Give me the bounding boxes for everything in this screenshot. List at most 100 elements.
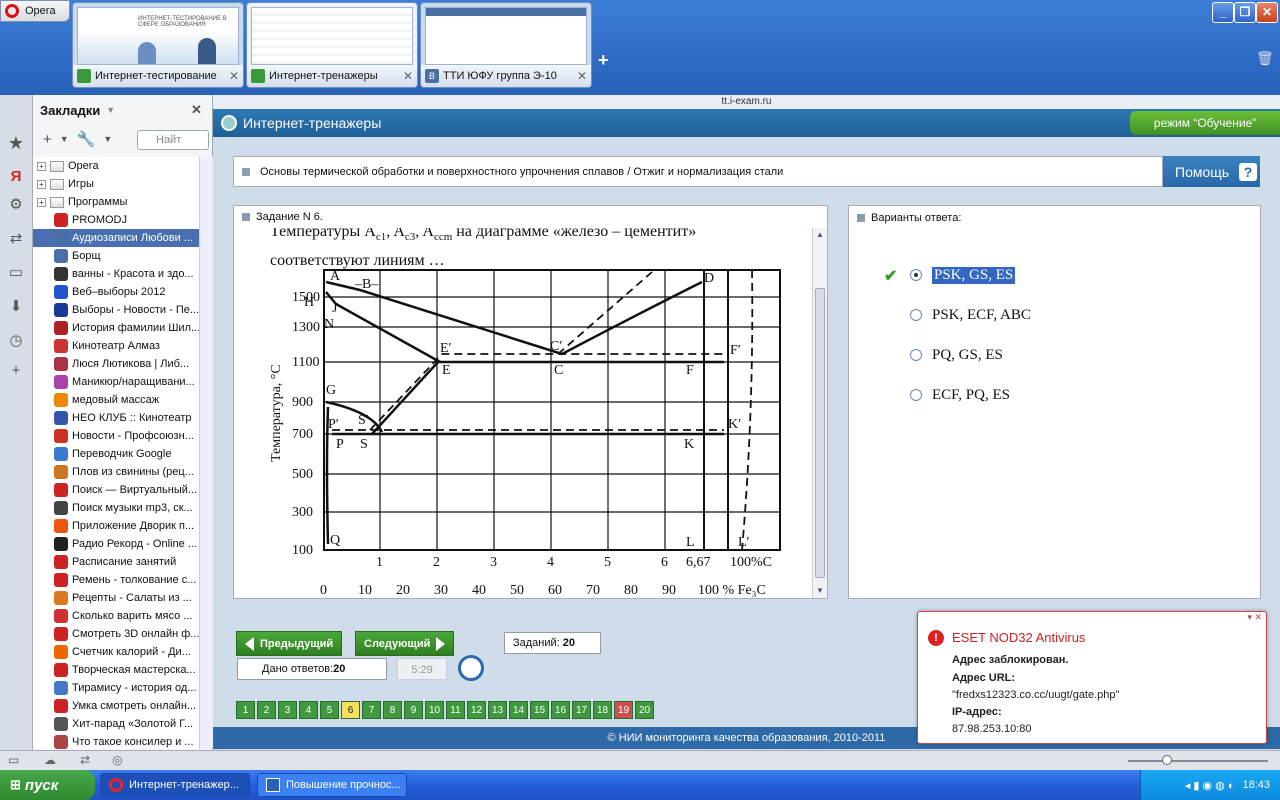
question-number-button[interactable]: 17 [572, 701, 591, 719]
bookmark-item[interactable]: Кинотеатр Алмаз [33, 337, 199, 355]
restore-icon[interactable]: ❐ [1234, 2, 1256, 23]
yandex-icon[interactable]: Я [6, 167, 26, 187]
tab-close-icon[interactable]: ✕ [577, 69, 587, 83]
share-icon[interactable]: ⇄ [6, 229, 26, 249]
close-panel-icon[interactable]: ✕ [191, 102, 202, 118]
bookmark-item[interactable]: Счетчик калорий - Ди... [33, 643, 199, 661]
bookmark-item[interactable]: Рецепты - Салаты из ... [33, 589, 199, 607]
question-number-button[interactable]: 15 [530, 701, 549, 719]
radio[interactable] [910, 309, 922, 321]
bookmark-item[interactable]: Люся Лютикова | Либ... [33, 355, 199, 373]
notes-icon[interactable]: ▭ [6, 263, 26, 283]
previous-button[interactable]: Предыдущий [236, 631, 343, 656]
bookmark-item[interactable]: Плов из свинины (рец... [33, 463, 199, 481]
bookmark-item[interactable]: Творческая мастерска... [33, 661, 199, 679]
question-number-button[interactable]: 14 [509, 701, 528, 719]
bookmark-item[interactable]: Сколько варить мясо ... [33, 607, 199, 625]
opera-menu-button[interactable]: Opera [0, 0, 70, 22]
answer-option[interactable]: PSK, ECF, ABC [910, 304, 1031, 326]
question-number-button[interactable]: 2 [257, 701, 276, 719]
zoom-slider-thumb[interactable] [1162, 755, 1172, 765]
bookmark-folder[interactable]: + Программы [33, 193, 199, 211]
question-number-button[interactable]: 8 [383, 701, 402, 719]
radio[interactable] [910, 349, 922, 361]
question-number-button[interactable]: 9 [404, 701, 423, 719]
panel-toggle-icon[interactable]: ▭ [8, 753, 19, 767]
expand-icon[interactable]: + [37, 161, 46, 171]
eset-controls[interactable]: ▾ ✕ [1247, 612, 1262, 623]
chevron-down-icon[interactable]: ▼ [106, 105, 115, 115]
next-button[interactable]: Следующий [355, 631, 455, 656]
start-button[interactable]: ⊞ пуск [0, 770, 95, 800]
bookmark-item[interactable]: Расписание занятий [33, 553, 199, 571]
answer-option[interactable]: PSK, GS, ES [910, 264, 1016, 286]
bookmark-item[interactable]: PROMODJ [33, 211, 199, 229]
downloads-icon[interactable]: ⬇ [6, 297, 26, 317]
chevron-down-icon[interactable]: ▼ [60, 134, 69, 144]
bookmark-item[interactable]: медовый массаж [33, 391, 199, 409]
question-number-button[interactable]: 20 [635, 701, 654, 719]
question-number-button[interactable]: 4 [299, 701, 318, 719]
bookmark-item[interactable]: ванны - Красота и здо... [33, 265, 199, 283]
bookmark-item[interactable]: Тирамису - история од... [33, 679, 199, 697]
new-tab-button[interactable]: + [598, 50, 609, 71]
tab-close-icon[interactable]: ✕ [403, 69, 413, 83]
bookmark-item[interactable]: Что такое консилер и ... [33, 733, 199, 749]
expand-icon[interactable]: + [37, 197, 46, 207]
cloud-icon[interactable]: ☁ [44, 753, 56, 767]
question-number-button[interactable]: 13 [488, 701, 507, 719]
bookmark-item[interactable]: НЕО КЛУБ :: Кинотеатр [33, 409, 199, 427]
bookmark-item[interactable]: Поиск — Виртуальный... [33, 481, 199, 499]
expand-icon[interactable]: + [37, 179, 46, 189]
add-panel-icon[interactable]: + [6, 361, 26, 381]
taskbar-item-word[interactable]: Повышение прочнос... [257, 773, 407, 797]
zoom-slider[interactable] [1128, 760, 1268, 762]
bookmark-item[interactable]: Хит-парад «Золотой Г... [33, 715, 199, 733]
task-scrollbar[interactable]: ▲ ▼ [812, 228, 827, 598]
question-number-button[interactable]: 18 [593, 701, 612, 719]
question-number-button[interactable]: 3 [278, 701, 297, 719]
help-button[interactable]: Помощь ? [1163, 156, 1260, 187]
tab-internet-trainers[interactable]: Интернет-тренажеры ✕ [246, 2, 418, 88]
add-bookmark-icon[interactable]: + [43, 131, 52, 148]
bookmark-item[interactable]: Смотреть 3D онлайн ф... [33, 625, 199, 643]
bookmarks-search-input[interactable]: Найт [137, 130, 209, 150]
close-window-icon[interactable]: ✕ [1256, 2, 1278, 23]
question-number-button[interactable]: 7 [362, 701, 381, 719]
bookmark-item[interactable]: Приложение Дворик п... [33, 517, 199, 535]
bookmark-item[interactable]: Новости - Профсоюзн... [33, 427, 199, 445]
trash-icon[interactable]: 🗑 [1256, 50, 1274, 67]
history-icon[interactable]: ◷ [6, 331, 26, 351]
question-number-button[interactable]: 5 [320, 701, 339, 719]
minimize-icon[interactable]: _ [1212, 2, 1234, 23]
taskbar-item-opera[interactable]: Интернет-тренажер... [100, 773, 250, 797]
wrench-icon[interactable]: 🔧 [77, 130, 96, 148]
tab-close-icon[interactable]: ✕ [229, 69, 239, 83]
tab-internet-testing[interactable]: ИНТЕРНЕТ-ТЕСТИРОВАНИЕ В СФЕРЕ ОБРАЗОВАНИ… [72, 2, 244, 88]
bookmark-item[interactable]: История фамилии Шил... [33, 319, 199, 337]
bookmark-item[interactable]: Аудиозаписи Любови ... [33, 229, 199, 247]
bookmark-folder[interactable]: + Игры [33, 175, 199, 193]
question-number-button[interactable]: 6 [341, 701, 360, 719]
bookmark-folder[interactable]: + Opera [33, 157, 199, 175]
tab-vk-group[interactable]: B ТТИ ЮФУ группа Э-10 ✕ [420, 2, 592, 88]
tray-icons[interactable]: ◂ ▮ ◉ ◍ ◐ [1185, 779, 1235, 792]
radio-selected[interactable] [910, 269, 922, 281]
turbo-icon[interactable]: ◎ [112, 753, 122, 767]
question-number-button[interactable]: 10 [425, 701, 444, 719]
question-number-button[interactable]: 16 [551, 701, 570, 719]
radio[interactable] [910, 389, 922, 401]
bookmark-item[interactable]: Выборы - Новости - Пе... [33, 301, 199, 319]
bookmarks-scrollbar[interactable] [199, 157, 213, 749]
bookmark-item[interactable]: Ремень - толкование с... [33, 571, 199, 589]
bookmark-item[interactable]: Борщ [33, 247, 199, 265]
bookmark-item[interactable]: Маникюр/наращивани... [33, 373, 199, 391]
bookmark-item[interactable]: Радио Рекорд - Online ... [33, 535, 199, 553]
unite-icon[interactable]: ⇄ [80, 753, 90, 767]
bookmarks-star-icon[interactable]: ★ [6, 133, 26, 153]
question-number-button[interactable]: 19 [614, 701, 633, 719]
chevron-down-icon[interactable]: ▼ [103, 134, 112, 144]
bookmark-item[interactable]: Умка смотреть онлайн... [33, 697, 199, 715]
question-number-button[interactable]: 12 [467, 701, 486, 719]
bookmark-item[interactable]: Переводчик Google [33, 445, 199, 463]
